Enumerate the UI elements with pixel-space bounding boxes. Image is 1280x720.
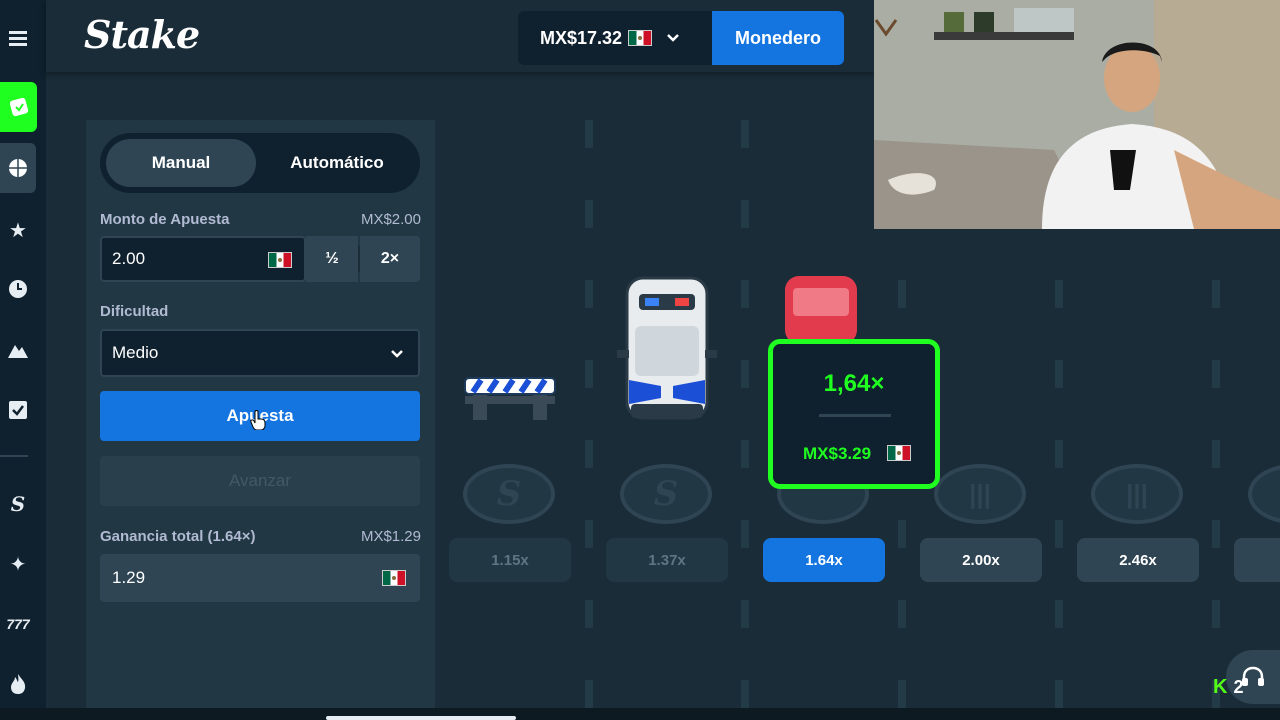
double-bet-button[interactable]: 2× [360, 236, 420, 282]
barrier-icon [464, 377, 556, 420]
bet-amount-currency: MX$2.00 [360, 211, 421, 228]
sparkle-icon[interactable]: ✦ [0, 546, 36, 582]
slots-777-icon[interactable]: 777 [0, 606, 36, 642]
taskbar [0, 708, 1280, 720]
taskbar-indicator [326, 716, 516, 720]
total-profit-field: 1.29 [100, 554, 420, 602]
stake-originals-icon[interactable]: S [0, 486, 36, 522]
webcam-overlay [874, 0, 1280, 229]
cashout-divider [819, 414, 891, 417]
sidebar: ★ S ✦ 777 [0, 0, 46, 720]
streamer-webcam-image [874, 0, 1280, 229]
mexico-flag-icon [268, 252, 292, 268]
red-car-icon [785, 276, 857, 344]
mexico-flag-icon [887, 445, 911, 461]
lane-divider [741, 120, 749, 708]
cashout-multiplier: 1,64× [823, 370, 885, 397]
kick-viewer-count: 2 [1233, 677, 1244, 697]
total-profit-label: Ganancia total (1.64×) [100, 528, 256, 545]
chevron-down-icon [391, 350, 403, 358]
wallet-button[interactable]: Monedero [712, 11, 844, 65]
mode-tabs: Manual Automático [100, 133, 420, 193]
total-profit-currency: MX$1.29 [360, 528, 421, 545]
manhole-stake-icon: S [620, 464, 712, 524]
topbar: Stake MX$17.32 Monedero [46, 0, 874, 72]
bet-amount-input[interactable]: 2.00 [100, 236, 306, 282]
difficulty-value: Medio [112, 343, 159, 362]
star-icon[interactable]: ★ [0, 212, 36, 248]
manhole-stake-icon: S [463, 464, 555, 524]
manhole-grate-icon: ||| [934, 464, 1026, 524]
balance-amount: MX$17.32 [540, 27, 623, 48]
lane-divider [585, 120, 593, 708]
checklist-icon[interactable] [0, 392, 36, 428]
sidebar-divider [0, 455, 28, 457]
multiplier-tile-active: 1.64x [763, 538, 885, 582]
menu-icon[interactable] [0, 20, 36, 56]
mexico-flag-icon [628, 30, 653, 46]
kick-viewers-badge: K 2 [1213, 676, 1243, 699]
tab-manual[interactable]: Manual [106, 139, 256, 187]
cashout-amount: MX$3.29 [803, 444, 872, 463]
multiplier-tile: 2.46x [1077, 538, 1199, 582]
difficulty-label: Dificultad [100, 303, 169, 320]
difficulty-select[interactable]: Medio [100, 329, 420, 377]
manhole-grate-icon: ||| [1091, 464, 1183, 524]
multiplier-tile: 1.15x [449, 538, 571, 582]
tab-automatic[interactable]: Automático [262, 139, 412, 187]
mountain-icon[interactable] [0, 331, 36, 367]
hand-cursor-icon [250, 410, 266, 430]
half-bet-button[interactable]: ½ [306, 236, 358, 282]
cashout-card: 1,64× MX$3.29 [768, 339, 940, 489]
balance-selector[interactable]: MX$17.32 [518, 11, 714, 65]
fire-icon[interactable] [0, 666, 36, 702]
headset-icon [1242, 666, 1264, 686]
manhole-icon [1248, 464, 1280, 524]
clock-icon[interactable] [0, 271, 36, 307]
bet-panel: Manual Automático Monto de Apuesta MX$2.… [86, 120, 435, 708]
bet-amount-label: Monto de Apuesta [100, 211, 230, 228]
casino-icon[interactable] [0, 82, 37, 132]
sports-icon[interactable] [0, 143, 36, 193]
stake-logo[interactable]: Stake [84, 12, 200, 57]
total-profit-value: 1.29 [112, 568, 146, 587]
multiplier-tile: 2.00x [920, 538, 1042, 582]
multiplier-tile [1234, 538, 1280, 582]
advance-button[interactable]: Avanzar [100, 456, 420, 506]
police-car-icon [617, 276, 717, 420]
mexico-flag-icon [382, 570, 406, 586]
chevron-down-icon [667, 34, 679, 42]
multiplier-tile: 1.37x [606, 538, 728, 582]
kick-logo-icon: K [1213, 676, 1228, 698]
bet-amount-value: 2.00 [112, 249, 146, 268]
